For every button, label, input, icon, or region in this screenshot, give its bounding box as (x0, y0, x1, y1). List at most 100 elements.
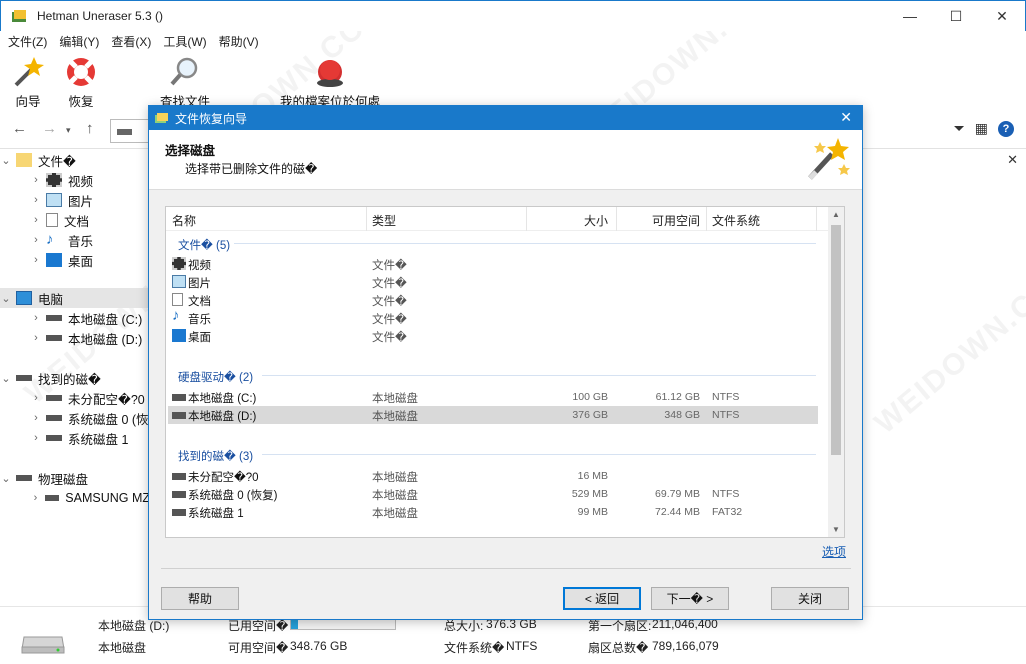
back-arrow-icon[interactable]: ← (12, 120, 27, 137)
maximize-button[interactable]: ☐ (933, 1, 979, 31)
menu-tools[interactable]: 工具(W) (157, 33, 212, 50)
find-file-button[interactable]: 查找文件 (160, 55, 210, 110)
tree-item-physical[interactable]: ⌄ 物理磁盘 (0, 468, 150, 488)
column-divider[interactable] (816, 207, 817, 231)
tree-item-images[interactable]: › 图片 (0, 190, 150, 210)
tree-item-samsung[interactable]: › SAMSUNG MZ (0, 488, 150, 508)
used-space-bar (290, 619, 396, 630)
list-item[interactable]: 系统磁盘 1 本地磁盘 99 MB 72.44 MB FAT32 (168, 503, 818, 521)
tree-item-computer[interactable]: ⌄ 电脑 (0, 288, 150, 308)
chevron-right-icon[interactable]: › (30, 492, 41, 504)
list-item[interactable]: 文档 文件� (168, 291, 818, 309)
minimize-button[interactable]: — (887, 1, 933, 31)
tree-item-music[interactable]: › ♪ 音乐 (0, 230, 150, 250)
vertical-scrollbar[interactable]: ▲ ▼ (828, 207, 844, 537)
row-free: 72.44 MB (655, 506, 700, 518)
help-icon[interactable]: ? (998, 120, 1014, 137)
tree-item-documents[interactable]: › 文档 (0, 210, 150, 230)
chevron-right-icon[interactable]: › (30, 214, 42, 226)
chevron-right-icon[interactable]: › (30, 312, 42, 324)
history-chevron-icon[interactable]: ▾ (66, 125, 71, 136)
column-divider[interactable] (366, 207, 367, 231)
list-item[interactable]: 图片 文件� (168, 273, 818, 291)
view-mode-icon[interactable]: ▦ (975, 120, 988, 137)
row-fs: NTFS (712, 488, 740, 500)
chevron-right-icon[interactable]: › (30, 412, 42, 424)
folder-tree: ⌄ 文件� › 视频 › 图片 › 文档 › ♪ 音乐 › 桌面 ⌄ 电脑 › … (0, 150, 150, 605)
status-fs-value: NTFS (506, 639, 538, 653)
chevron-right-icon[interactable]: › (30, 234, 42, 246)
tree-label: 本地磁盘 (C:) (68, 312, 143, 327)
pane-close-icon[interactable]: ✕ (1007, 152, 1018, 168)
recover-button[interactable]: 恢复 (63, 55, 99, 110)
chevron-right-icon[interactable]: › (30, 432, 42, 444)
folder-icon (16, 153, 32, 167)
chevron-right-icon[interactable]: › (30, 174, 42, 186)
list-item[interactable]: 视频 文件� (168, 255, 818, 273)
scroll-up-icon[interactable]: ▲ (828, 210, 844, 219)
list-item[interactable]: ♪ 音乐 文件� (168, 307, 818, 327)
column-divider[interactable] (616, 207, 617, 231)
image-icon (172, 275, 186, 288)
column-size[interactable]: 大小 (584, 212, 608, 229)
list-item[interactable]: 本地磁盘 (C:) 本地磁盘 100 GB 61.12 GB NTFS (168, 388, 818, 406)
scrollbar-thumb[interactable] (831, 225, 841, 455)
scroll-down-icon[interactable]: ▼ (828, 525, 844, 534)
close-dialog-button[interactable]: 关闭 (771, 587, 849, 610)
tree-item-files[interactable]: ⌄ 文件� (0, 150, 150, 170)
chevron-right-icon[interactable]: › (30, 254, 42, 266)
tree-item-drive-d[interactable]: › 本地磁盘 (D:) (0, 328, 150, 348)
chevron-right-icon[interactable]: › (30, 392, 42, 404)
help-button[interactable]: 帮助 (161, 587, 239, 610)
menu-view[interactable]: 查看(X) (105, 33, 157, 50)
tree-item-system-disk-0[interactable]: › 系统磁盘 0 (恢 (0, 408, 150, 428)
where-file-button[interactable]: 我的檔案位於何處 (280, 55, 380, 110)
list-item[interactable]: 系统磁盘 0 (恢复) 本地磁盘 529 MB 69.79 MB NTFS (168, 485, 818, 503)
tree-item-video[interactable]: › 视频 (0, 170, 150, 190)
column-name[interactable]: 名称 (172, 212, 196, 229)
forward-arrow-icon[interactable]: → (42, 120, 57, 137)
column-free[interactable]: 可用空间 (652, 212, 700, 229)
up-arrow-icon[interactable]: ↑ (86, 120, 94, 137)
close-button[interactable]: ✕ (979, 1, 1025, 31)
chevron-down-icon[interactable]: ⌄ (0, 292, 12, 305)
list-item-selected[interactable]: 本地磁盘 (D:) 本地磁盘 376 GB 348 GB NTFS (168, 406, 818, 424)
tree-item-system-disk-1[interactable]: › 系统磁盘 1 (0, 428, 150, 448)
tree-item-found[interactable]: ⌄ 找到的磁� (0, 368, 150, 388)
chevron-down-icon[interactable]: ⌄ (0, 472, 12, 485)
chevron-right-icon[interactable]: › (30, 332, 42, 344)
column-divider[interactable] (526, 207, 527, 231)
filter-icon[interactable]: ⏷ (954, 120, 965, 137)
menu-file[interactable]: 文件(Z) (2, 33, 53, 50)
chevron-down-icon[interactable]: ⌄ (0, 154, 12, 167)
column-fs[interactable]: 文件系统 (712, 212, 760, 229)
next-button[interactable]: 下一� > (651, 587, 729, 610)
dialog-close-icon[interactable]: ✕ (840, 109, 852, 126)
menu-edit[interactable]: 编辑(Y) (53, 33, 105, 50)
back-button[interactable]: < 返回 (563, 587, 641, 610)
menu-bar: 文件(Z) 编辑(Y) 查看(X) 工具(W) 帮助(V) (0, 31, 1026, 51)
status-free-label: 可用空间� (228, 641, 289, 655)
music-icon: ♪ (172, 307, 180, 324)
column-divider[interactable] (706, 207, 707, 231)
list-item[interactable]: 桌面 文件� (168, 327, 818, 345)
tree-label: 找到的磁� (38, 372, 101, 387)
tree-item-unallocated[interactable]: › 未分配空�?0 (0, 388, 150, 408)
address-bar[interactable] (110, 119, 150, 143)
group-divider (262, 454, 816, 455)
document-icon (46, 213, 58, 227)
row-type: 文件� (372, 332, 407, 344)
wizard-button[interactable]: 向导 (10, 55, 46, 110)
menu-help[interactable]: 帮助(V) (213, 33, 265, 50)
options-link[interactable]: 选项 (822, 543, 846, 560)
column-type[interactable]: 类型 (372, 212, 396, 229)
status-free-value: 348.76 GB (290, 639, 348, 653)
drive-icon (44, 495, 60, 501)
tree-item-desktop[interactable]: › 桌面 (0, 250, 150, 270)
tree-label: SAMSUNG MZ (65, 491, 150, 505)
list-item[interactable]: 未分配空�?0 本地磁盘 16 MB (168, 467, 818, 485)
tree-item-drive-c[interactable]: › 本地磁盘 (C:) (0, 308, 150, 328)
disk-list[interactable]: 名称 类型 大小 可用空间 文件系统 文件� (5) 视频 文件� 图片 文件�… (165, 206, 845, 538)
chevron-down-icon[interactable]: ⌄ (0, 372, 12, 385)
chevron-right-icon[interactable]: › (30, 194, 42, 206)
